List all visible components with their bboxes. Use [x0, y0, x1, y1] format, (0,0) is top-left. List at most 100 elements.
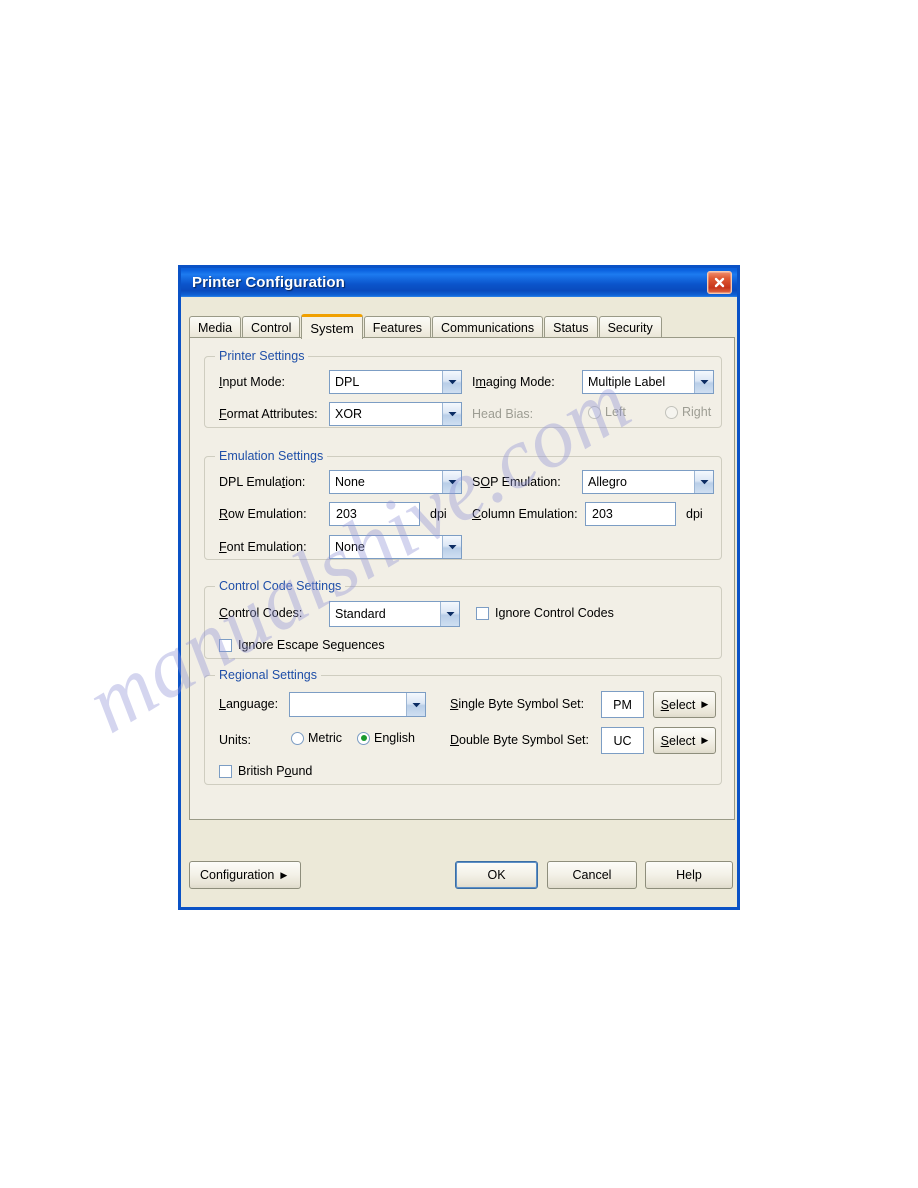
units-english-label: English [374, 731, 415, 745]
cancel-button[interactable]: Cancel [547, 861, 637, 889]
units-english-radio[interactable]: English [357, 731, 415, 745]
units-metric-radio[interactable]: Metric [291, 731, 342, 745]
control-codes-value: Standard [335, 607, 386, 621]
sop-emulation-value: Allegro [588, 475, 627, 489]
chevron-down-icon [442, 536, 461, 558]
dialog-title: Printer Configuration [192, 274, 345, 291]
tabstrip: Media Control System Features Communicat… [189, 313, 735, 339]
imaging-mode-value: Multiple Label [588, 375, 666, 389]
ignore-escape-sequences-checkbox[interactable]: Ignore Escape Sequences [219, 638, 385, 652]
sop-emulation-label: SOP Emulation: [472, 475, 561, 489]
button-label: Help [676, 868, 702, 882]
single-byte-select-button[interactable]: Select ▶ [653, 691, 716, 718]
language-dropdown[interactable] [289, 692, 426, 717]
radio-icon [665, 405, 678, 419]
control-code-settings-group: Control Code Settings Control Codes: Sta… [204, 579, 722, 659]
sop-emulation-dropdown[interactable]: Allegro [582, 470, 714, 494]
head-bias-left-radio[interactable]: Left [588, 405, 626, 419]
control-code-settings-title: Control Code Settings [215, 579, 346, 593]
double-byte-symbol-set-label: Double Byte Symbol Set: [450, 733, 589, 747]
button-label: Select [660, 697, 696, 712]
row-emulation-label: Row Emulation: [219, 507, 307, 521]
tab-control[interactable]: Control [242, 316, 301, 338]
tab-status[interactable]: Status [544, 316, 598, 338]
configuration-button[interactable]: Configuration ▶ [189, 861, 301, 889]
chevron-down-icon [694, 371, 713, 393]
help-button[interactable]: Help [645, 861, 733, 889]
row-emulation-input[interactable]: 203 [329, 502, 420, 526]
chevron-down-icon [406, 693, 425, 716]
radio-icon [588, 405, 601, 419]
format-attributes-label: Format Attributes: [219, 407, 318, 421]
checkbox-icon [219, 638, 232, 652]
imaging-mode-dropdown[interactable]: Multiple Label [582, 370, 714, 394]
double-byte-symbol-set-input[interactable]: UC [601, 727, 644, 754]
imaging-mode-label: Imaging Mode: [472, 375, 555, 389]
control-codes-label: Control Codes: [219, 606, 303, 620]
head-bias-right-label: Right [682, 405, 712, 419]
double-byte-select-button[interactable]: Select ▶ [653, 727, 716, 754]
row-emulation-units: dpi [430, 507, 447, 521]
input-mode-value: DPL [335, 375, 360, 389]
format-attributes-value: XOR [335, 407, 363, 421]
dpl-emulation-dropdown[interactable]: None [329, 470, 462, 494]
system-tab-panel: Printer Settings Input Mode: DPL Format … [189, 337, 735, 820]
tab-communications[interactable]: Communications [432, 316, 544, 338]
dpl-emulation-label: DPL Emulation: [219, 475, 306, 489]
radio-icon [291, 731, 304, 745]
chevron-down-icon [442, 471, 461, 493]
tab-label: Status [553, 320, 589, 335]
head-bias-label: Head Bias: [472, 407, 534, 421]
dialog-footer: Configuration ▶ OK Cancel Help [181, 820, 737, 905]
ok-button[interactable]: OK [455, 861, 538, 889]
dpl-emulation-value: None [335, 475, 365, 489]
triangle-right-icon: ▶ [701, 735, 709, 745]
checkbox-icon [476, 606, 489, 620]
triangle-right-icon: ▶ [701, 699, 709, 709]
checkbox-icon [219, 764, 232, 778]
font-emulation-label: Font Emulation: [219, 540, 307, 554]
tab-label: Media [198, 320, 233, 335]
tab-security[interactable]: Security [598, 316, 662, 338]
british-pound-checkbox[interactable]: British Pound [219, 764, 312, 778]
regional-settings-title: Regional Settings [215, 668, 321, 682]
single-byte-symbol-set-input[interactable]: PM [601, 691, 644, 718]
input-mode-label: Input Mode: [219, 375, 286, 389]
head-bias-right-radio[interactable]: Right [665, 405, 711, 419]
chevron-down-icon [694, 471, 713, 493]
control-codes-dropdown[interactable]: Standard [329, 601, 460, 627]
emulation-settings-group: Emulation Settings DPL Emulation: None R… [204, 449, 722, 560]
font-emulation-dropdown[interactable]: None [329, 535, 462, 559]
button-label: Select [660, 733, 696, 748]
regional-settings-group: Regional Settings Language: Units: Metri… [204, 668, 722, 785]
british-pound-label: British Pound [238, 764, 313, 778]
chevron-down-icon [442, 403, 461, 425]
button-label: Configuration [200, 868, 275, 882]
tab-label: Security [607, 320, 653, 335]
format-attributes-dropdown[interactable]: XOR [329, 402, 462, 426]
emulation-settings-title: Emulation Settings [215, 449, 328, 463]
tab-label: Control [251, 320, 292, 335]
head-bias-left-label: Left [605, 405, 626, 419]
dialog-titlebar[interactable]: Printer Configuration [181, 265, 737, 297]
printer-settings-group: Printer Settings Input Mode: DPL Format … [204, 349, 722, 428]
radio-icon-selected [357, 731, 370, 745]
input-mode-dropdown[interactable]: DPL [329, 370, 462, 394]
units-metric-label: Metric [308, 731, 343, 745]
tab-media[interactable]: Media [189, 316, 242, 338]
printer-settings-title: Printer Settings [215, 349, 309, 363]
chevron-down-icon [442, 371, 461, 393]
tab-features[interactable]: Features [363, 316, 432, 338]
tab-label: Features [372, 320, 423, 335]
triangle-right-icon: ▶ [280, 869, 288, 880]
units-label: Units: [219, 733, 251, 747]
language-label: Language: [219, 697, 279, 711]
close-icon[interactable] [707, 271, 732, 294]
tab-label: Communications [441, 320, 535, 335]
ignore-control-codes-checkbox[interactable]: Ignore Control Codes [476, 606, 614, 620]
column-emulation-units: dpi [686, 507, 703, 521]
button-label: Cancel [572, 868, 612, 882]
ignore-escape-sequences-label: Ignore Escape Sequences [238, 638, 385, 652]
tab-system[interactable]: System [301, 314, 363, 339]
column-emulation-input[interactable]: 203 [585, 502, 676, 526]
